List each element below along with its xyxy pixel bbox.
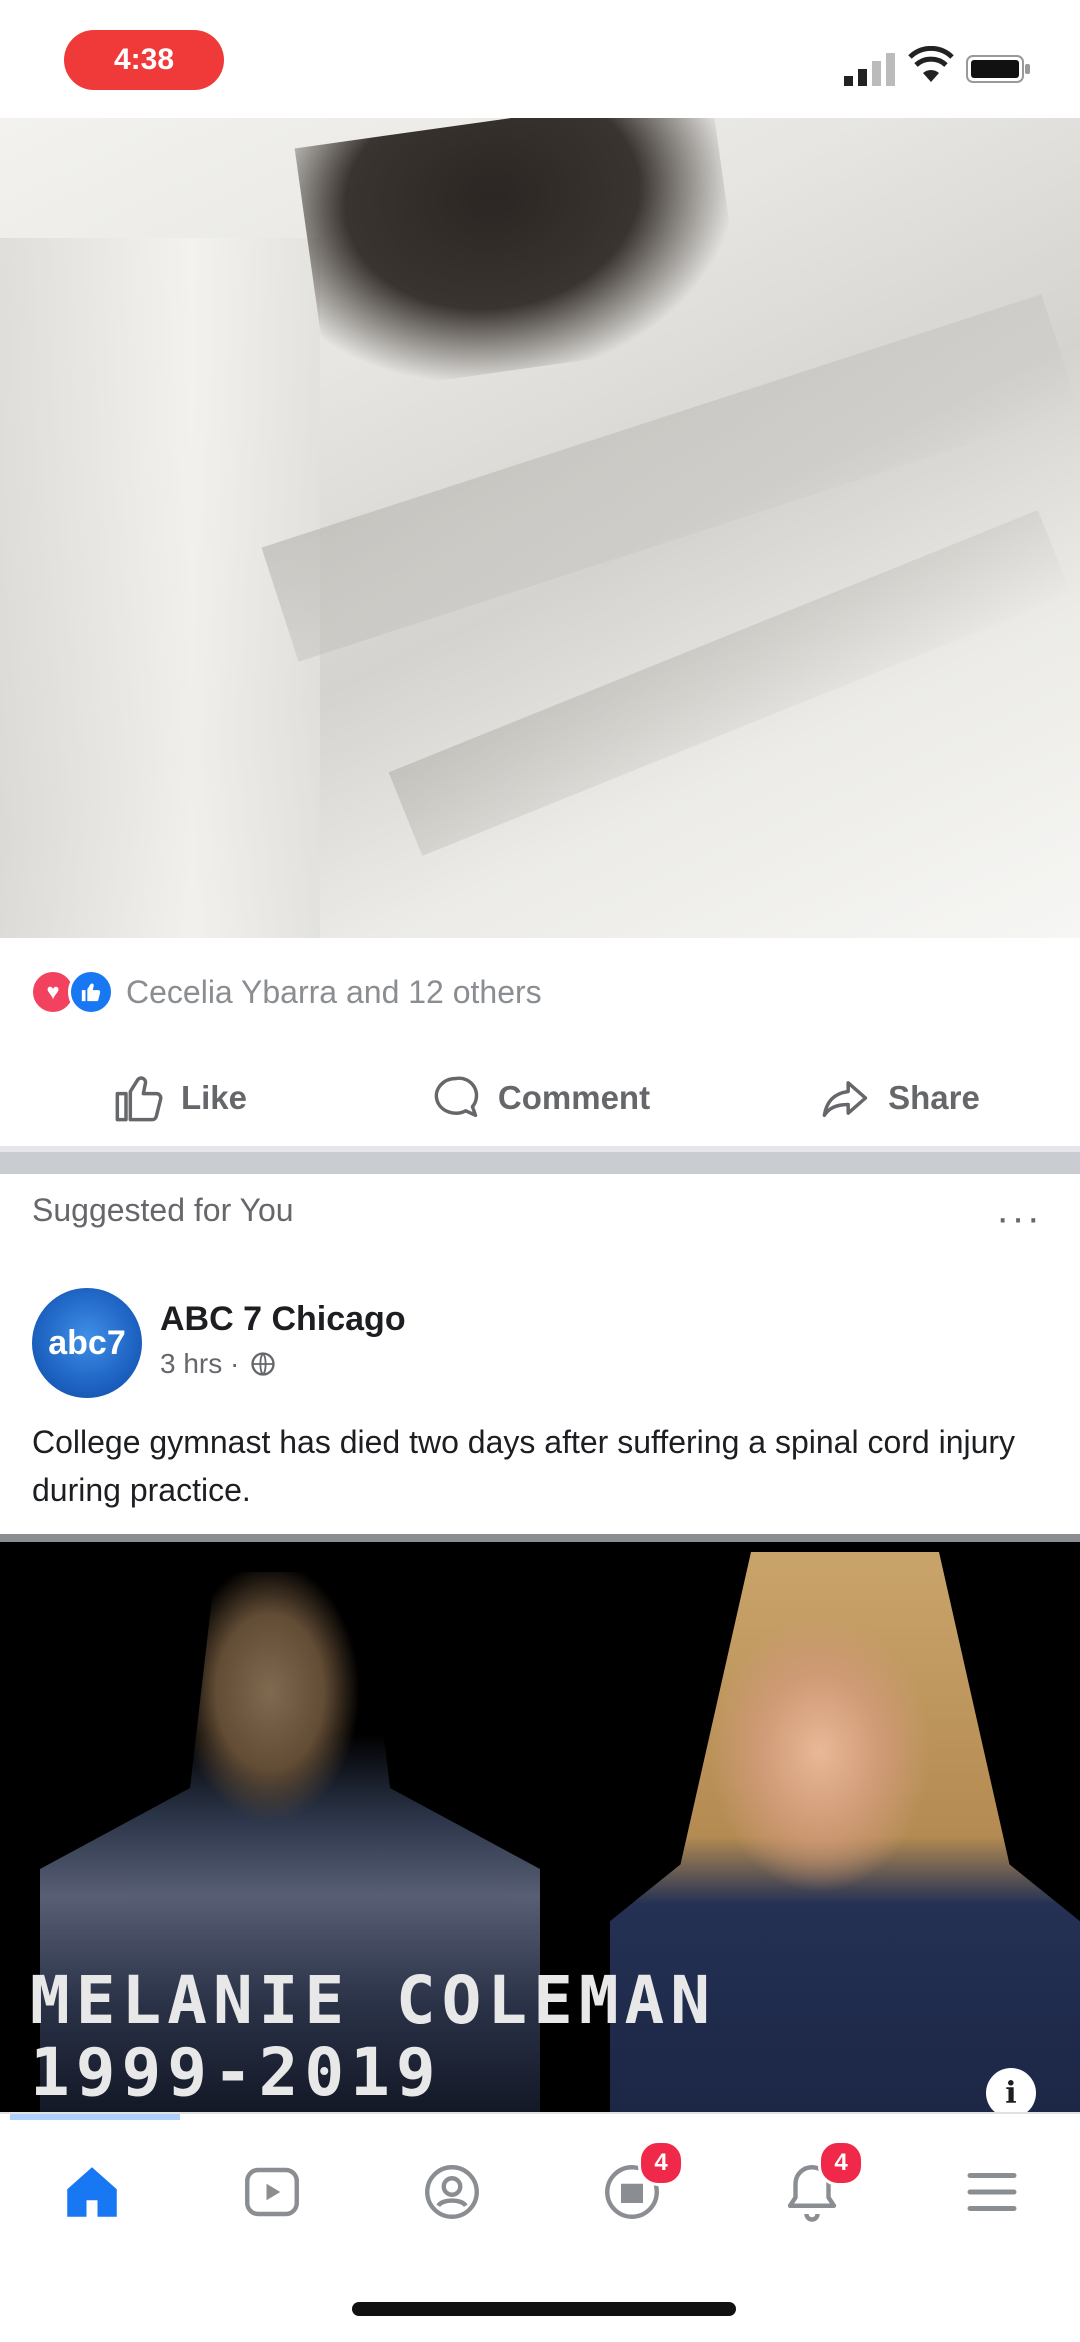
reactions-summary[interactable]: ♥ Cecelia Ybarra and 12 others (30, 966, 542, 1018)
wifi-icon (908, 46, 954, 82)
screen-recording-time[interactable]: 4:38 (64, 30, 224, 90)
tab-marketplace[interactable]: 4 (592, 2140, 684, 2232)
post-meta: 3 hrs · (160, 1348, 277, 1380)
info-icon[interactable]: i (986, 2068, 1036, 2118)
news-article-image[interactable]: MELANIE COLEMAN 1999-2019 (0, 1534, 1080, 2120)
active-tab-indicator (10, 2114, 180, 2120)
suggested-header: Suggested for You (32, 1192, 294, 1228)
tab-home[interactable] (52, 2152, 132, 2232)
comment-label: Comment (497, 1079, 651, 1116)
tab-menu[interactable] (952, 2152, 1032, 2232)
tab-notifications[interactable]: 4 (772, 2140, 864, 2232)
battery-icon (966, 55, 1030, 83)
share-label: Share (888, 1079, 980, 1116)
share-button[interactable]: Share (720, 1050, 1080, 1146)
feed-divider (0, 1146, 1080, 1174)
post-timestamp: 3 hrs · (160, 1348, 240, 1379)
share-icon (822, 1081, 868, 1118)
image-caption-name: MELANIE COLEMAN (30, 1962, 717, 2039)
bottom-tab-bar: 4 4 (0, 2112, 1080, 2252)
globe-icon (251, 1352, 276, 1376)
avatar-logo: abc7 (48, 1323, 126, 1362)
like-button[interactable]: Like (0, 1050, 360, 1146)
photo-shading (0, 238, 320, 938)
notifications-badge: 4 (818, 2140, 864, 2186)
page-name-link[interactable]: ABC 7 Chicago (160, 1300, 406, 1339)
like-reaction-icon (68, 969, 114, 1015)
post-text: College gymnast has died two days after … (32, 1424, 1016, 1508)
post-actions: Like Comment Share (0, 1050, 1080, 1146)
comment-button[interactable]: Comment (360, 1050, 720, 1146)
groups-icon (425, 2165, 479, 2219)
status-bar: 4:38 (0, 0, 1080, 118)
tab-watch[interactable] (232, 2152, 312, 2232)
home-indicator[interactable] (352, 2302, 736, 2316)
video-icon (245, 2167, 299, 2217)
image-caption-years: 1999-2019 (30, 2034, 442, 2111)
more-options-icon[interactable]: ··· (996, 1196, 1042, 1241)
post-photo[interactable] (0, 118, 1080, 938)
marketplace-badge: 4 (638, 2140, 684, 2186)
home-icon (67, 2167, 117, 2217)
reactions-count-text: Cecelia Ybarra and 12 others (126, 973, 542, 1010)
tab-groups[interactable] (412, 2152, 492, 2232)
like-label: Like (180, 1079, 248, 1116)
thumbs-up-icon (115, 1076, 163, 1122)
cellular-signal-icon (844, 53, 895, 86)
comment-icon (434, 1076, 479, 1118)
photo-subject (294, 118, 746, 397)
avatar[interactable]: abc7 (32, 1288, 142, 1398)
hamburger-menu-icon (967, 2173, 1017, 2211)
